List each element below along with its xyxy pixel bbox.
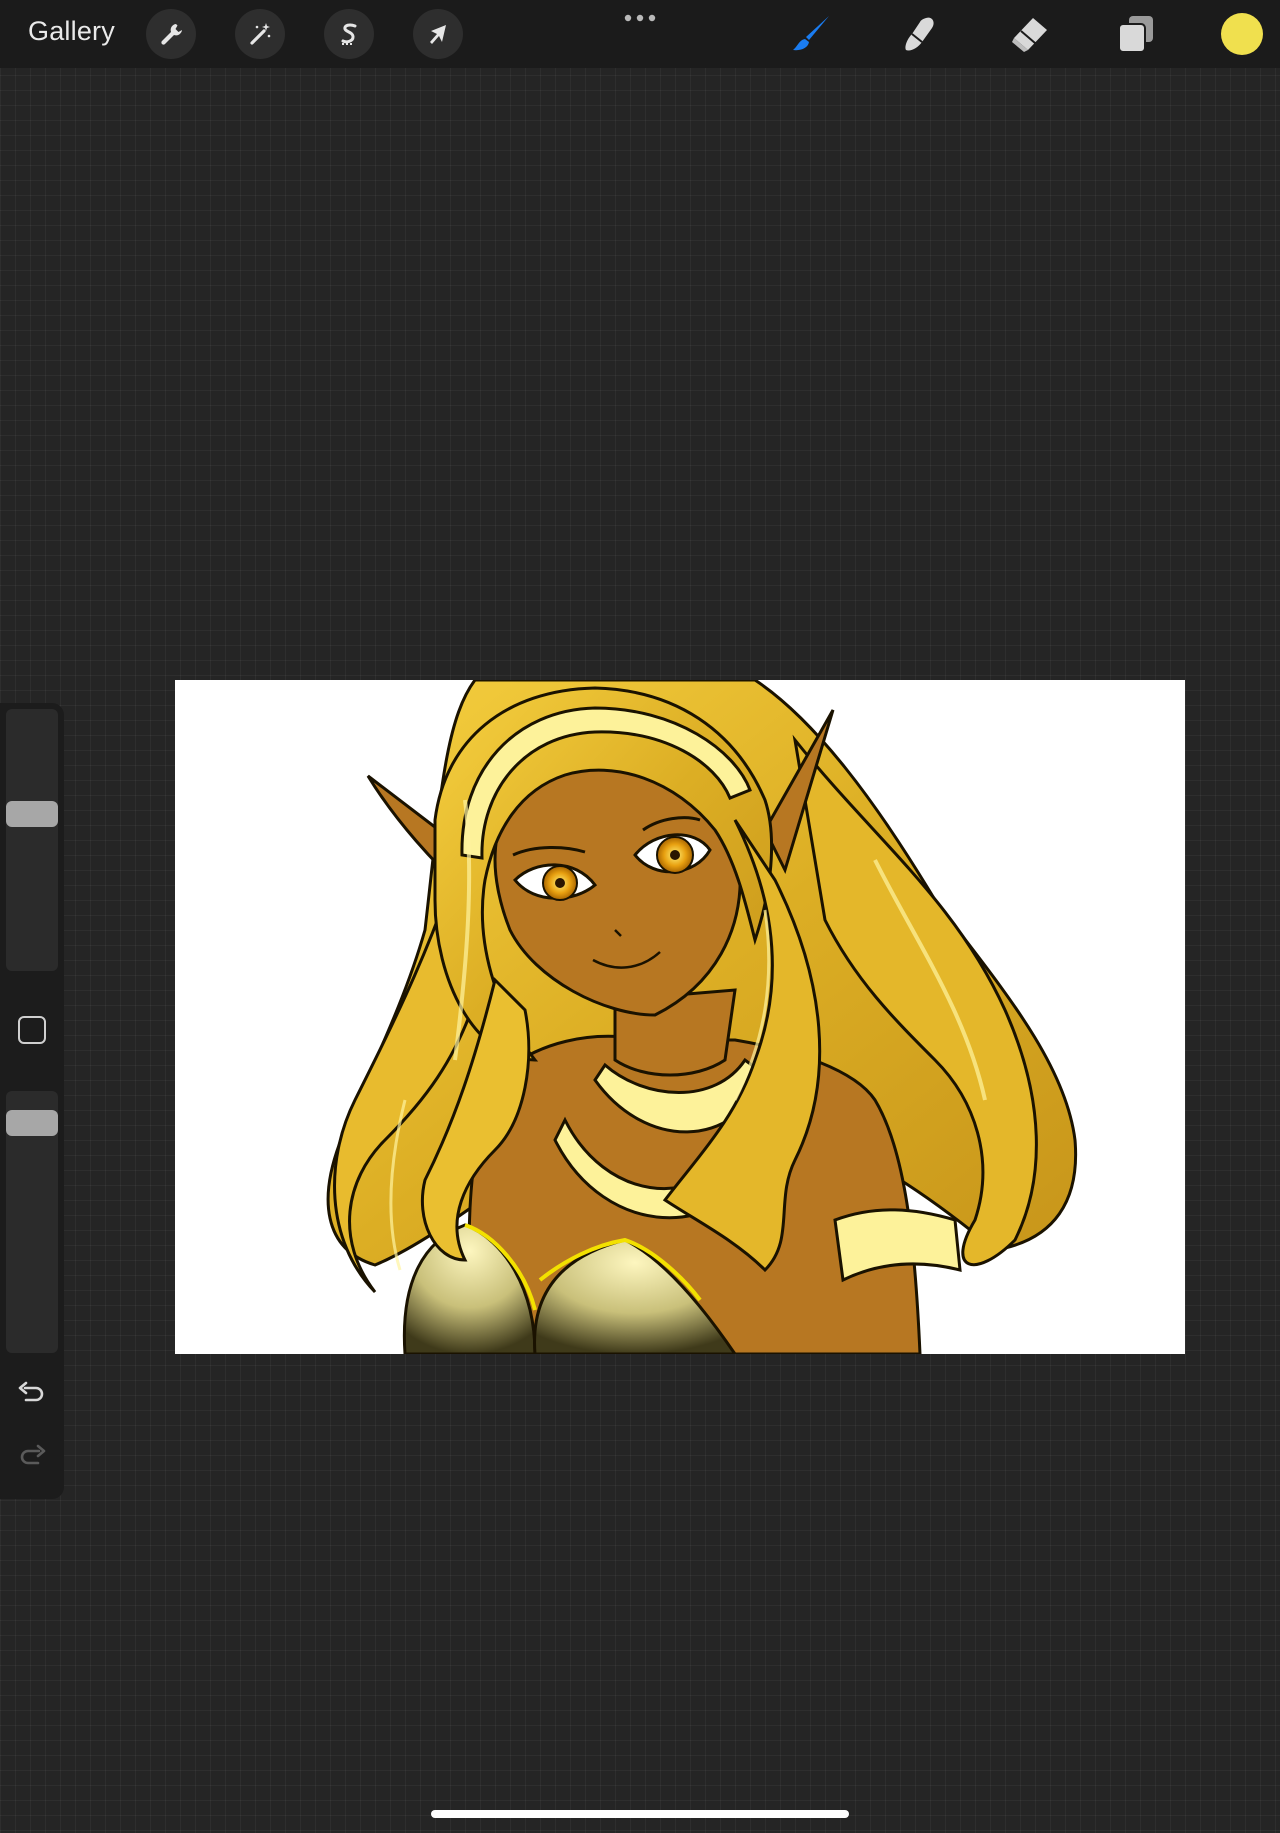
- undo-arrow-icon[interactable]: [16, 1380, 48, 1408]
- magic-wand-icon[interactable]: [235, 9, 285, 59]
- color-picker-button[interactable]: [1221, 13, 1263, 55]
- wrench-icon[interactable]: [146, 9, 196, 59]
- square-modify-icon[interactable]: [18, 1016, 46, 1044]
- selection-s-icon[interactable]: [324, 9, 374, 59]
- eraser-icon[interactable]: [1006, 12, 1052, 56]
- opacity-thumb[interactable]: [6, 1109, 58, 1136]
- smudge-icon[interactable]: [898, 12, 944, 56]
- drawing-canvas[interactable]: [175, 680, 1185, 1354]
- layers-icon[interactable]: [1113, 12, 1159, 56]
- redo-arrow-icon[interactable]: [16, 1443, 48, 1471]
- sidebar: [0, 703, 64, 1499]
- arrow-cursor-icon[interactable]: [413, 9, 463, 59]
- home-indicator[interactable]: [431, 1810, 849, 1818]
- brush-size-slider[interactable]: [6, 709, 58, 971]
- brush-size-thumb[interactable]: [6, 801, 58, 828]
- elf-girl-illustration: [326, 680, 1078, 1354]
- brush-icon[interactable]: [789, 12, 835, 56]
- gallery-button[interactable]: Gallery: [28, 16, 115, 47]
- opacity-slider[interactable]: [6, 1091, 58, 1353]
- more-dots-icon[interactable]: [622, 12, 658, 24]
- top-toolbar: Gallery: [0, 0, 1280, 68]
